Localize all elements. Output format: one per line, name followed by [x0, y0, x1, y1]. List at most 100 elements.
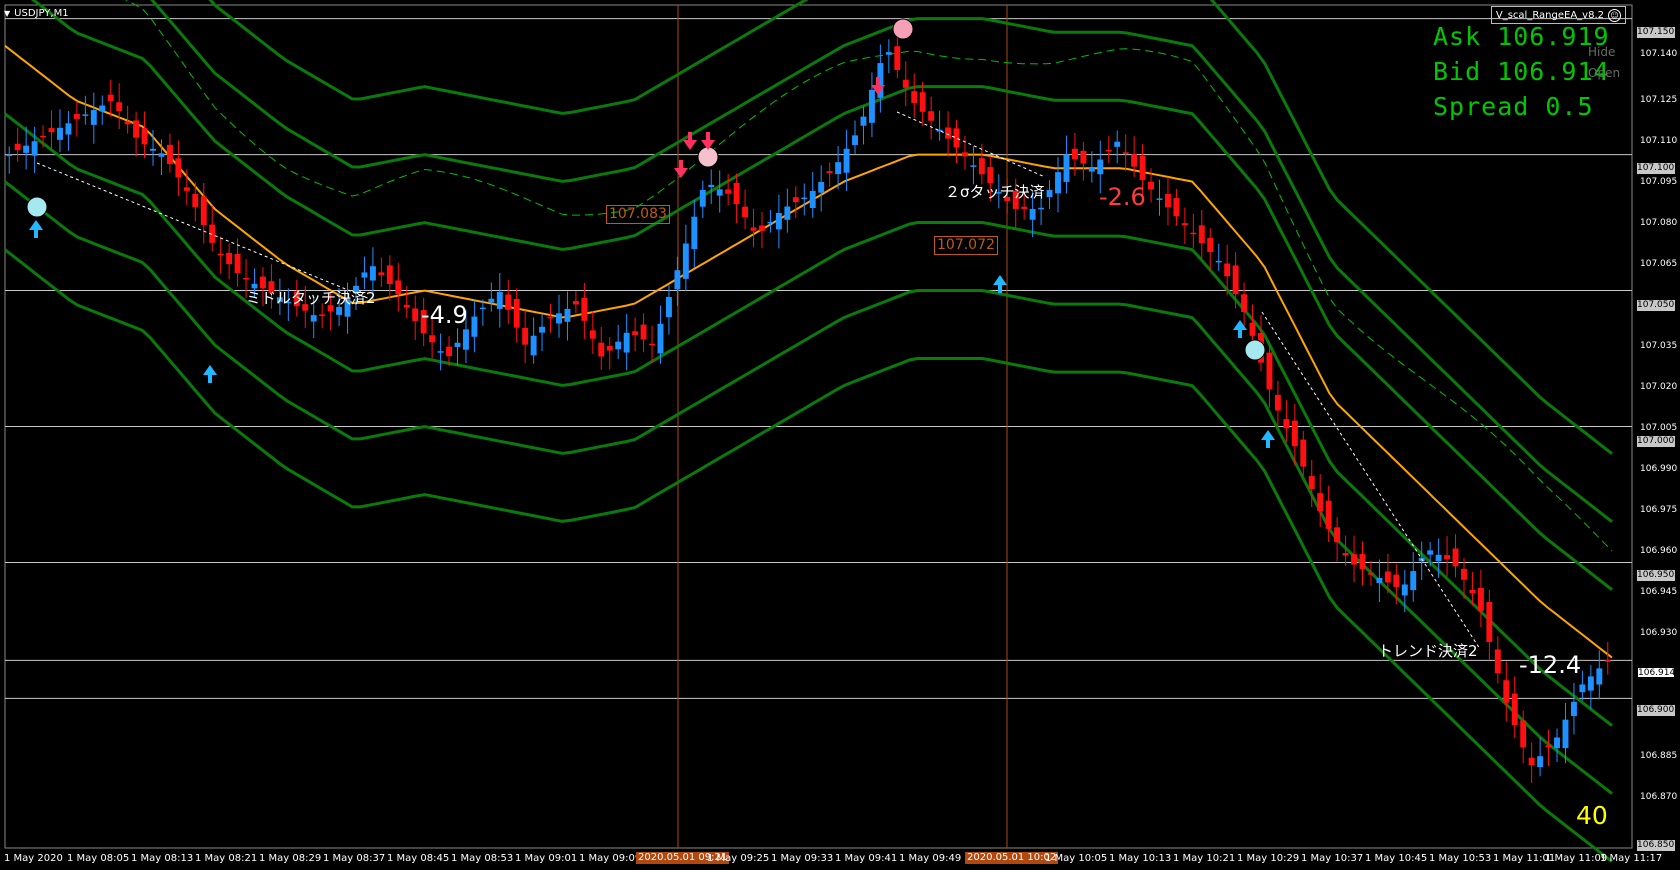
candle-body	[141, 128, 148, 145]
time-tick: 1 May 10:21	[1173, 853, 1236, 864]
candle-body	[1080, 150, 1087, 164]
bollinger-band-line	[208, 0, 1613, 455]
candle-body	[1435, 554, 1442, 562]
candle-body	[1317, 493, 1324, 512]
smiley-face-icon: ☺	[1608, 8, 1621, 22]
candle-body	[1596, 668, 1603, 685]
candle-body	[1359, 554, 1366, 570]
candle-body	[911, 91, 918, 103]
candle-body	[1181, 223, 1188, 226]
candle-body	[361, 272, 368, 278]
entry-price-tag: 107.072	[934, 236, 998, 255]
entry-marker	[1244, 339, 1266, 361]
time-tick: 1 May 09:01	[515, 853, 578, 864]
level-label-106900: 106.900	[1637, 705, 1675, 716]
time-tick: 1 May 09:33	[771, 853, 834, 864]
candle-body	[1486, 601, 1493, 643]
candle-body	[1511, 693, 1518, 726]
price-tick: 106.885	[1640, 751, 1678, 761]
buy-arrow-icon	[203, 365, 217, 383]
price-chart[interactable]	[0, 0, 1680, 870]
candle-body	[835, 162, 842, 175]
candle-body	[1139, 155, 1146, 181]
price-tick: 107.140	[1640, 49, 1678, 59]
level-label-107100: 107.100	[1637, 163, 1675, 174]
candle-body	[1215, 260, 1222, 263]
candle-body	[885, 52, 892, 55]
candle-body	[369, 266, 376, 281]
candle-body	[1503, 680, 1510, 703]
candle-body	[1148, 181, 1155, 190]
candle-body	[902, 79, 909, 88]
candle-body	[1131, 154, 1138, 167]
candle-body	[1587, 676, 1594, 691]
buy-arrow-icon	[1233, 320, 1247, 338]
chevron-down-icon[interactable]: ▼	[4, 9, 10, 18]
candle-body	[1520, 720, 1527, 748]
candle-body	[166, 144, 173, 165]
candle-body	[792, 197, 799, 203]
time-tick: 1 May 08:45	[387, 853, 450, 864]
candle-body	[860, 116, 867, 126]
candle-body	[657, 323, 664, 354]
sell-arrow-icon	[683, 132, 697, 150]
candle-body	[1156, 198, 1163, 200]
candle-body	[454, 342, 461, 347]
candle-body	[691, 216, 698, 249]
candle-body	[1038, 207, 1045, 210]
candle-body	[606, 345, 613, 351]
candle-body	[1198, 225, 1205, 244]
price-tick: 107.065	[1640, 259, 1678, 269]
price-tick: 106.870	[1640, 792, 1678, 802]
price-tick: 106.990	[1640, 464, 1678, 474]
candle-body	[1562, 719, 1569, 749]
profit-loss-label: -2.6	[1099, 183, 1146, 211]
candle-body	[894, 46, 901, 70]
candle-body	[581, 297, 588, 321]
candle-body	[150, 148, 156, 151]
time-tick: 1 May 08:21	[195, 853, 258, 864]
time-tick: 1 May 08:13	[131, 853, 194, 864]
candle-body	[1021, 206, 1028, 209]
candle-body	[945, 127, 952, 139]
candle-body	[23, 145, 30, 153]
candle-body	[750, 227, 757, 231]
bollinger-band-line	[4, 248, 1613, 863]
candle-body	[412, 308, 419, 321]
candle-body	[699, 189, 706, 207]
candle-body	[1274, 394, 1281, 411]
price-tick: 107.110	[1640, 136, 1678, 146]
candle-body	[319, 314, 326, 316]
candle-body	[158, 153, 165, 157]
candle-body	[1537, 756, 1544, 768]
level-label-107150: 107.150	[1637, 27, 1675, 38]
price-tick: 106.930	[1640, 628, 1678, 638]
candle-body	[1367, 573, 1374, 575]
open-button[interactable]: Open	[1588, 66, 1620, 80]
candle-body	[759, 225, 765, 231]
candle-body	[530, 335, 537, 356]
candle-body	[31, 141, 38, 156]
hide-button[interactable]: Hide	[1588, 45, 1615, 59]
price-tick: 107.080	[1640, 218, 1678, 228]
candle-body	[107, 94, 114, 102]
candle-body	[682, 243, 689, 279]
candle-body	[446, 346, 452, 357]
candle-body	[1401, 584, 1408, 596]
level-label-106850: 106.850	[1637, 840, 1675, 851]
candle-body	[742, 206, 749, 218]
candle-body	[572, 301, 579, 305]
symbol-title: USDJPY,M1	[14, 7, 69, 19]
candle-body	[1494, 649, 1501, 674]
candle-body	[1528, 757, 1535, 766]
candle-body	[1384, 571, 1391, 583]
chart-window[interactable]: ▼ USDJPY,M1 V_scal_RangeEA_v8.2 ☺ Ask 10…	[0, 0, 1680, 870]
level-label-107050: 107.050	[1637, 300, 1675, 311]
candle-body	[1029, 208, 1036, 220]
candle-body	[674, 270, 681, 290]
price-tick: 107.095	[1640, 177, 1678, 187]
profit-loss-label: -12.4	[1519, 651, 1582, 679]
profit-loss-label: -4.9	[421, 301, 468, 329]
candle-body	[403, 304, 410, 308]
candle-body	[336, 306, 343, 315]
